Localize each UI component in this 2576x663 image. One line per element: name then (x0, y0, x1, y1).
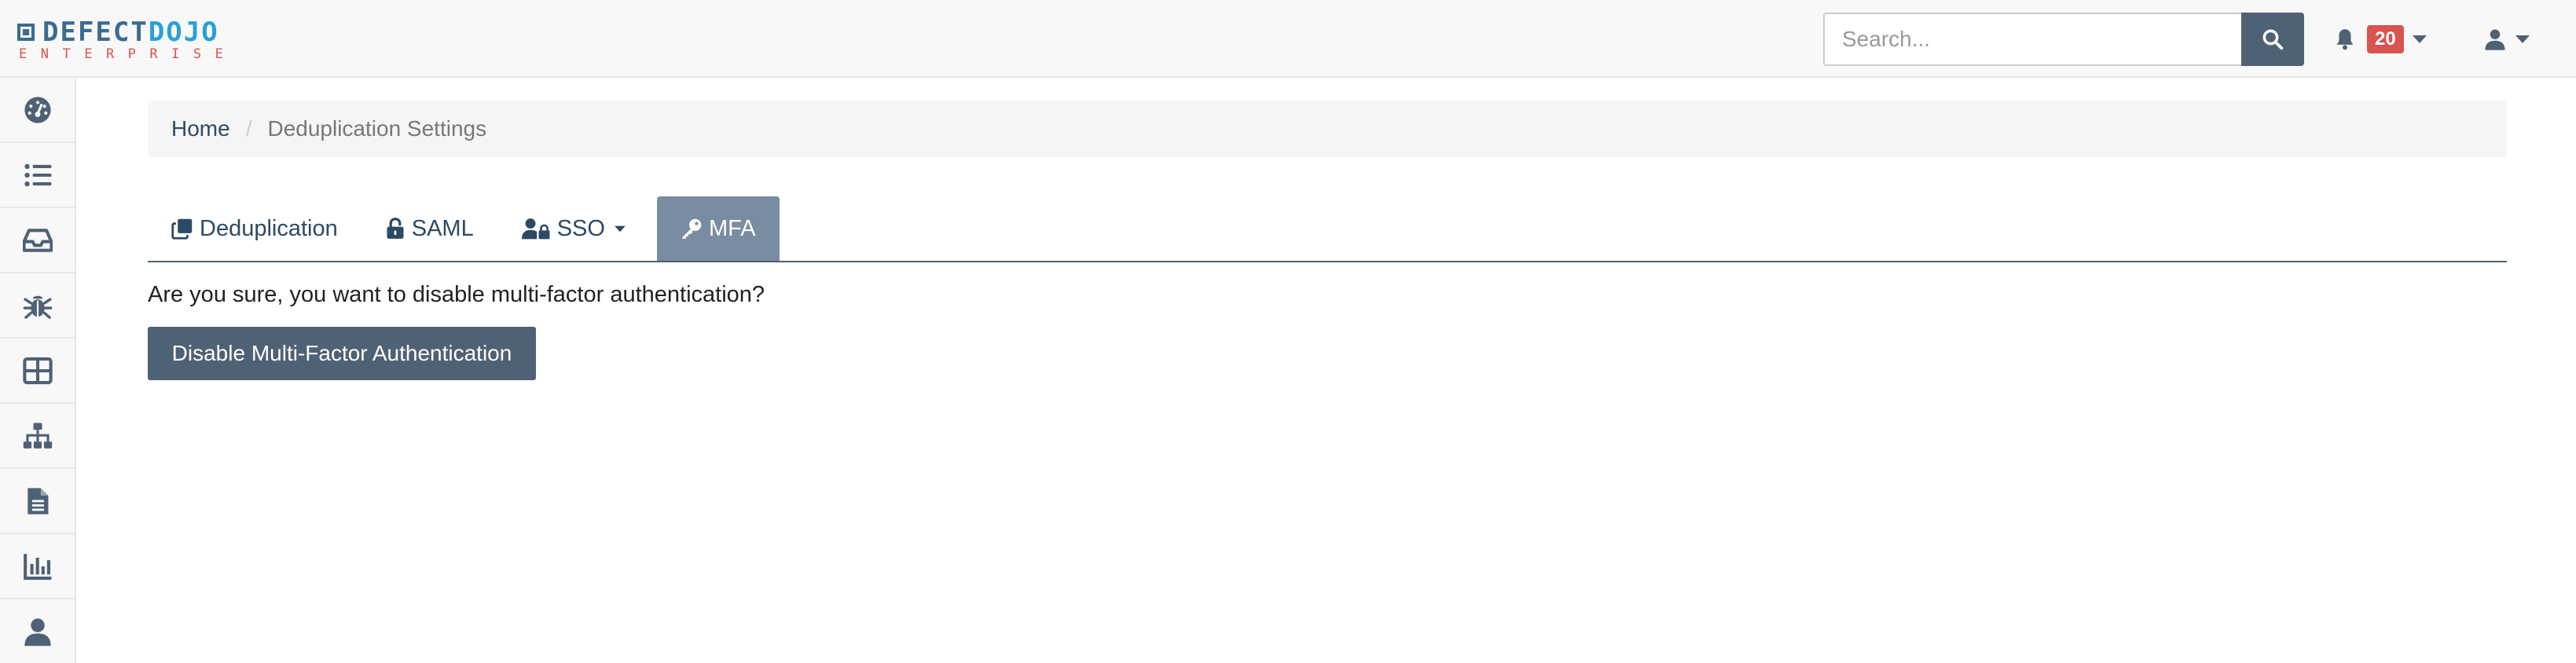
user-menu-dropdown[interactable] (2483, 20, 2530, 58)
tab-deduplication[interactable]: Deduplication (148, 196, 361, 261)
caret-down-icon (615, 225, 626, 233)
sidebar-item-engagements[interactable] (0, 208, 75, 273)
sidebar-item-products[interactable] (0, 143, 75, 208)
unlock-icon (387, 218, 404, 239)
caret-down-icon (2412, 35, 2427, 43)
top-navbar: DEFECT DOJO ENTERPRISE 20 (0, 0, 2576, 78)
logo-subtitle: ENTERPRISE (19, 46, 237, 62)
search-icon (2262, 29, 2284, 50)
disable-mfa-button[interactable]: Disable Multi-Factor Authentication (148, 327, 536, 380)
breadcrumb-separator: / (245, 116, 252, 141)
notification-count-badge: 20 (2367, 25, 2404, 53)
user-icon (24, 617, 51, 646)
sitemap-icon (23, 422, 52, 449)
inbox-icon (22, 228, 53, 252)
sidebar-item-dashboard[interactable] (0, 78, 75, 143)
user-icon (2485, 29, 2505, 50)
tab-deduplication-label: Deduplication (200, 215, 338, 241)
sidebar-item-components[interactable] (0, 339, 75, 404)
breadcrumb-home-link[interactable]: Home (171, 116, 230, 141)
bug-icon (23, 295, 52, 319)
sidebar-item-findings[interactable] (0, 273, 75, 339)
tab-mfa[interactable]: MFA (656, 196, 780, 261)
sidebar (0, 78, 76, 663)
settings-tabs: Deduplication SAML SSO MFA (148, 196, 2507, 262)
defectdojo-logo[interactable]: DEFECT DOJO ENTERPRISE (17, 16, 239, 62)
caret-down-icon (2515, 35, 2530, 43)
breadcrumb: Home / Deduplication Settings (148, 101, 2507, 157)
list-icon (24, 163, 51, 186)
logo-word-defect: DEFECT (42, 16, 149, 48)
copy-icon (171, 218, 193, 240)
notifications-dropdown[interactable]: 20 (2334, 20, 2427, 58)
sidebar-item-users[interactable] (0, 599, 75, 663)
tab-mfa-label: MFA (708, 215, 756, 241)
dashboard-icon (24, 96, 51, 123)
sidebar-item-endpoints[interactable] (0, 404, 75, 469)
key-icon (682, 218, 702, 239)
logo-word-dojo: DOJO (148, 16, 219, 48)
tab-sso-label: SSO (556, 215, 605, 241)
table-icon (22, 357, 53, 384)
disable-mfa-confirmation-text: Are you sure, you want to disable multi-… (148, 282, 765, 307)
search-input[interactable] (1823, 13, 2241, 66)
bell-icon (2336, 29, 2354, 50)
search-button[interactable] (2241, 13, 2304, 66)
breadcrumb-current: Deduplication Settings (267, 116, 487, 141)
tab-saml[interactable]: SAML (361, 196, 497, 261)
file-icon (27, 487, 48, 515)
sidebar-item-metrics[interactable] (0, 534, 75, 599)
user-lock-icon (521, 218, 550, 240)
sidebar-item-reports[interactable] (0, 469, 75, 534)
tab-saml-label: SAML (411, 215, 474, 241)
logo-mark-icon (17, 24, 35, 41)
chart-icon (23, 553, 51, 580)
tab-sso-dropdown[interactable]: SSO (497, 196, 657, 261)
